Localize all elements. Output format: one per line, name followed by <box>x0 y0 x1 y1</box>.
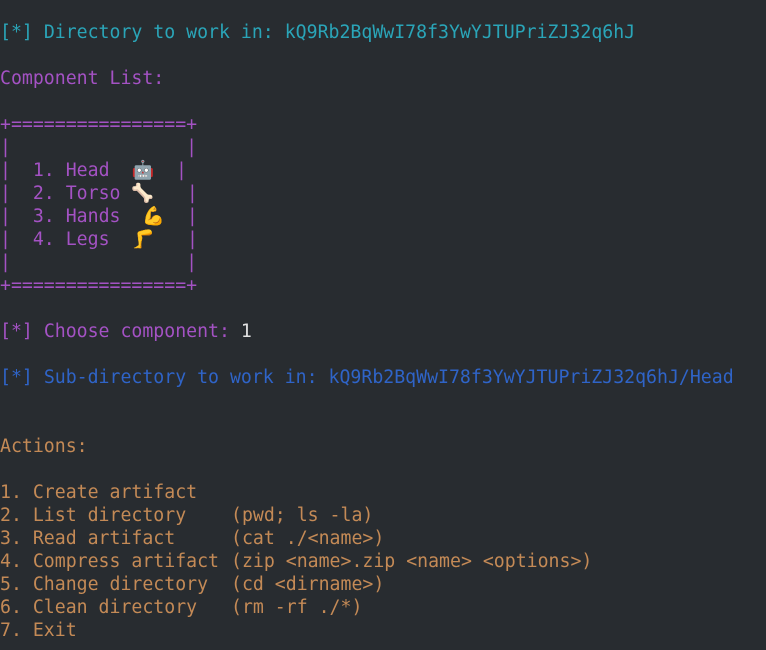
choose-component-input[interactable]: 1 <box>241 321 252 342</box>
component-box-top-border: +================+ <box>0 114 198 135</box>
action-item[interactable]: 3. Read artifact (cat ./<name>) <box>0 527 384 550</box>
action-label: 6. Clean directory <box>0 597 198 618</box>
action-label: 5. Change directory <box>0 574 209 595</box>
action-command: (rm -rf ./*) <box>231 597 363 618</box>
terminal-window: [*] Directory to work in: kQ9Rb2BqWwI78f… <box>0 0 766 650</box>
component-item[interactable]: | 3. Hands 💪 | <box>0 205 198 228</box>
sub-directory-label: Sub-directory to work in: <box>43 367 318 388</box>
component-number: 4. <box>32 229 55 250</box>
component-number: 2. <box>32 183 55 204</box>
working-directory-line: [*] Directory to work in: kQ9Rb2BqWwI78f… <box>0 21 635 44</box>
action-command: (cd <dirname>) <box>231 574 385 595</box>
bone-icon: 🦴 <box>131 183 155 204</box>
component-box-empty-line: | | <box>0 137 198 158</box>
component-number: 1. <box>32 160 55 181</box>
leg-icon: 🦵 <box>131 229 155 250</box>
component-box-empty-line: | | <box>0 252 198 273</box>
action-label: 3. Read artifact <box>0 528 176 549</box>
action-item[interactable]: 7. Exit <box>0 619 77 642</box>
working-directory-value: kQ9Rb2BqWwI78f3YwYJTUPriZJ32q6hJ <box>284 22 636 43</box>
action-item[interactable]: 4. Compress artifact (zip <name>.zip <nam… <box>0 550 592 573</box>
action-item[interactable]: 1. Create artifact <box>0 481 197 504</box>
component-name: Hands <box>65 206 121 227</box>
component-name: Legs <box>65 229 110 250</box>
info-prefix: [*] <box>0 367 33 388</box>
sub-directory-line: [*] Sub-directory to work in: kQ9Rb2BqWw… <box>0 366 734 389</box>
component-item[interactable]: | 4. Legs 🦵 | <box>0 228 198 251</box>
info-prefix: [*] <box>0 321 33 342</box>
action-label: 7. Exit <box>0 620 77 641</box>
action-item[interactable]: 6. Clean directory (rm -rf ./*) <box>0 596 362 619</box>
component-box-bottom-border: +================+ <box>0 275 198 296</box>
info-prefix: [*] <box>0 22 33 43</box>
component-list-title: Component List: <box>0 68 165 89</box>
action-label: 4. Compress artifact <box>0 551 219 572</box>
component-name: Torso <box>65 183 121 204</box>
choose-component-prompt: [*] Choose component: 1 <box>0 320 252 343</box>
action-command: (cat ./<name>) <box>231 528 385 549</box>
working-directory-label: Directory to work in: <box>43 22 274 43</box>
component-item[interactable]: | 1. Head 🤖 | <box>0 159 187 182</box>
action-label: 2. List directory <box>0 505 187 526</box>
sub-directory-value: kQ9Rb2BqWwI78f3YwYJTUPriZJ32q6hJ/Head <box>328 367 734 388</box>
component-name: Head <box>65 160 110 181</box>
action-command: (zip <name>.zip <name> <options>) <box>231 551 593 572</box>
action-command: (pwd; ls -la) <box>231 505 374 526</box>
choose-component-label: Choose component: <box>43 321 230 342</box>
action-label: 1. Create artifact <box>0 482 198 503</box>
action-item[interactable]: 2. List directory (pwd; ls -la) <box>0 504 373 527</box>
robot-icon: 🤖 <box>131 160 155 181</box>
component-item[interactable]: | 2. Torso 🦴 | <box>0 182 198 205</box>
flexed-bicep-icon: 💪 <box>142 206 166 227</box>
actions-title: Actions: <box>0 436 88 457</box>
component-number: 3. <box>32 206 55 227</box>
action-item[interactable]: 5. Change directory (cd <dirname>) <box>0 573 384 596</box>
